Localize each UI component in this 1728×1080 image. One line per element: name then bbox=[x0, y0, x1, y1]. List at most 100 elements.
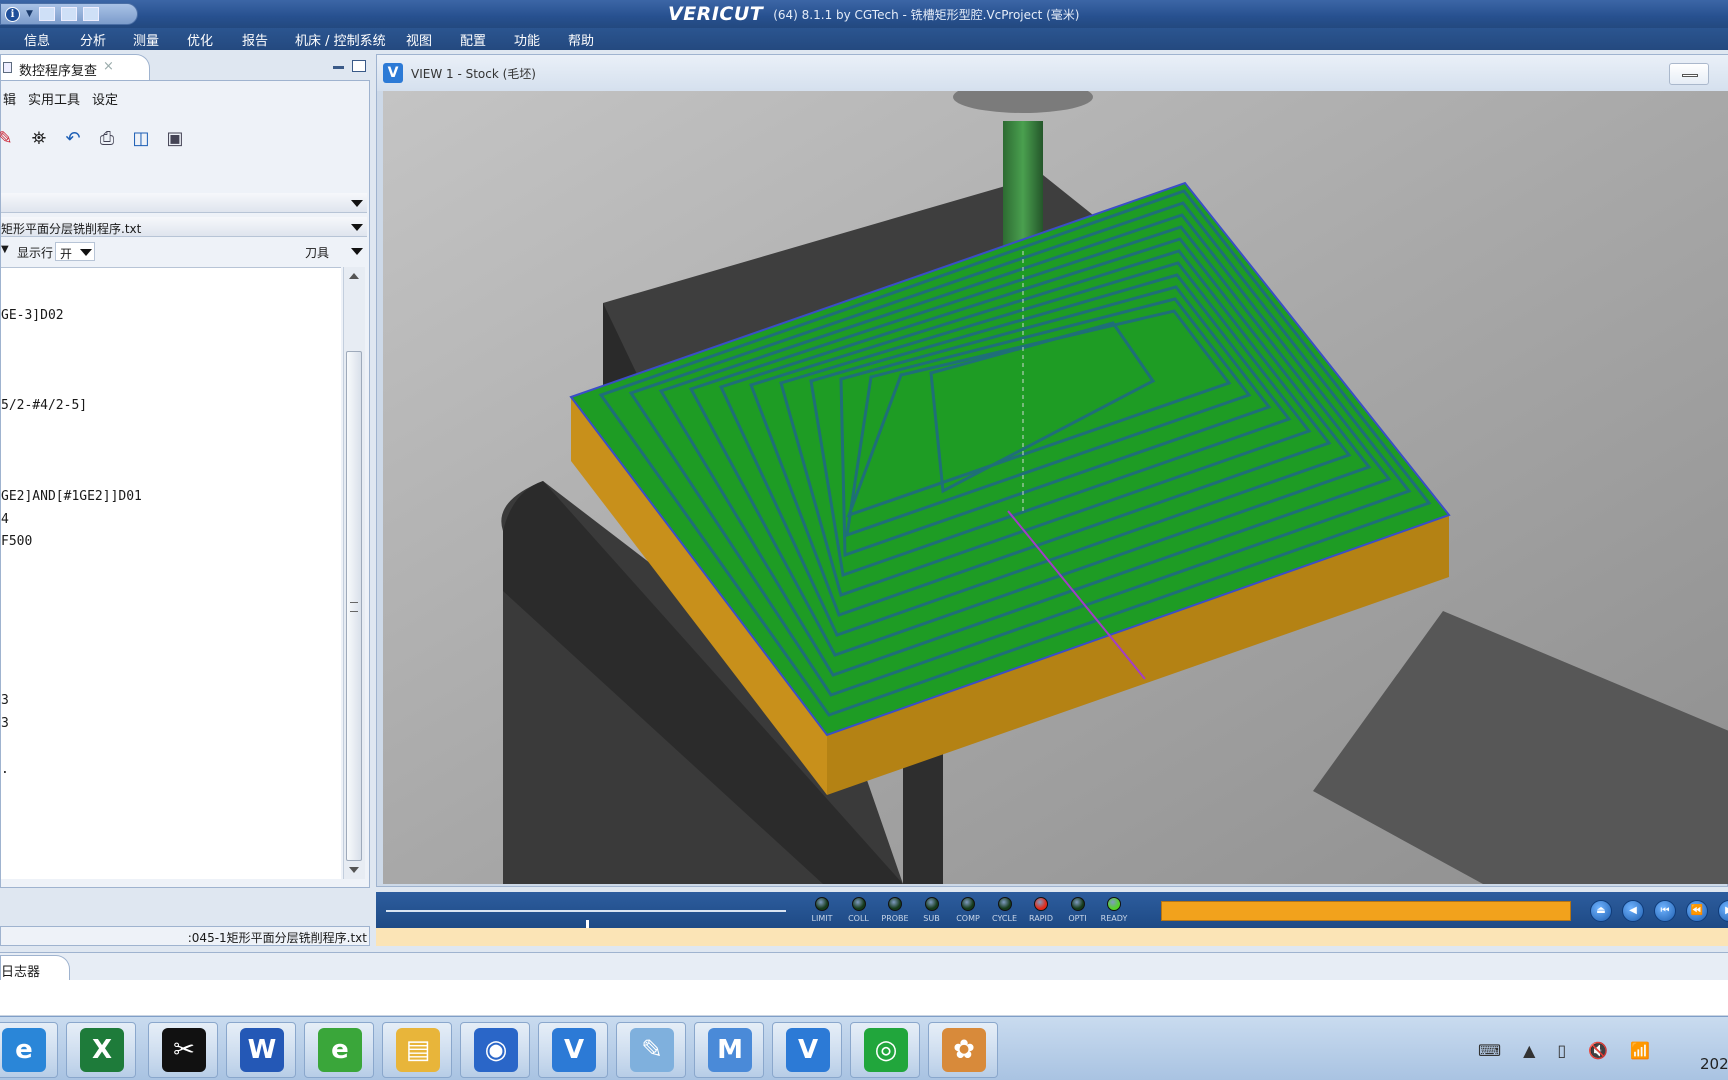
window-layout-1-icon[interactable] bbox=[38, 7, 55, 21]
menu-edit[interactable]: 辑 bbox=[1, 89, 18, 109]
code-line: GE-3]D02 bbox=[1, 308, 64, 323]
taskbar-app-browser[interactable]: e bbox=[304, 1022, 374, 1078]
print-icon[interactable]: ⎙ bbox=[95, 126, 119, 150]
vericut-logo-icon: V bbox=[383, 63, 403, 83]
led-light-icon bbox=[851, 897, 866, 911]
panel-body: 辑 实用工具 设定 ✎ ⛯ ↶ ⎙ ◫ ▣ 矩形平面分层铣削程序.txt ▼ 显… bbox=[0, 80, 370, 888]
taskbar-app-paint[interactable]: ✿ bbox=[928, 1022, 998, 1078]
tab-logger[interactable]: 日志器 bbox=[0, 955, 70, 981]
file-selector-dropdown[interactable]: 矩形平面分层铣削程序.txt bbox=[1, 217, 367, 237]
taskbar-app-capcut[interactable]: ✂ bbox=[148, 1022, 218, 1078]
binoculars-icon[interactable]: ⛯ bbox=[27, 126, 51, 150]
title-detail: (64) 8.1.1 by CGTech - 铣槽矩形型腔.VcProject … bbox=[773, 7, 1080, 22]
close-icon[interactable]: × bbox=[103, 59, 114, 74]
nc-code-listing[interactable]: GE-3]D02 5/2-#4/2-5] GE2]AND[#1GE2]]D01 … bbox=[1, 267, 341, 879]
tab-nc-program-review[interactable]: 数控程序复查 × bbox=[0, 54, 150, 80]
taskbar-app-word[interactable]: W bbox=[226, 1022, 296, 1078]
menu-utilities[interactable]: 实用工具 bbox=[26, 89, 82, 109]
menu-analysis[interactable]: 分析 bbox=[80, 30, 106, 49]
keyboard-icon[interactable]: ⌨ bbox=[1478, 1041, 1501, 1060]
minimize-icon[interactable] bbox=[333, 66, 344, 69]
led-label: LIMIT bbox=[811, 914, 833, 923]
rewind-start-icon: ⏮ bbox=[1660, 905, 1670, 916]
taskbar: e X ✂ We ▤ ◉ V ✎ M V ◎ ✿ ⌨ ▲ ▯ 🔇 📶 202 bbox=[0, 1016, 1728, 1080]
vericut-icon: V bbox=[552, 1028, 596, 1072]
menu-measure[interactable]: 测量 bbox=[133, 30, 159, 49]
view-window: V VIEW 1 - Stock (毛坯) bbox=[376, 54, 1728, 887]
taskbar-app-folder[interactable]: ▤ bbox=[382, 1022, 452, 1078]
menu-report[interactable]: 报告 bbox=[242, 30, 268, 49]
code-scrollbar[interactable] bbox=[343, 267, 365, 879]
taskbar-app-wechat[interactable]: ◎ bbox=[850, 1022, 920, 1078]
more-button[interactable]: ▶ bbox=[1718, 900, 1728, 922]
taskbar-app-vericut-2[interactable]: V bbox=[772, 1022, 842, 1078]
taskbar-app-search-tool[interactable]: M bbox=[694, 1022, 764, 1078]
file-path: :045-1矩形平面分层铣削程序.txt bbox=[187, 931, 367, 945]
show-hidden-icon[interactable]: ▲ bbox=[1523, 1041, 1535, 1060]
tab-label: 日志器 bbox=[1, 965, 41, 980]
code-line: 3 bbox=[1, 716, 9, 731]
scroll-thumb[interactable] bbox=[346, 351, 362, 861]
window-layout-3-icon[interactable] bbox=[82, 7, 99, 21]
nc-program-review-panel: 数控程序复查 × 辑 实用工具 设定 ✎ ⛯ ↶ ⎙ ◫ ▣ 矩形平面分层铣削程… bbox=[0, 50, 372, 950]
wechat-icon: ◎ bbox=[864, 1028, 908, 1072]
step-back-button[interactable]: ◀ bbox=[1622, 900, 1644, 922]
fast-back-button[interactable]: ⏪ bbox=[1686, 900, 1708, 922]
menu-config[interactable]: 配置 bbox=[460, 30, 486, 49]
vise-post bbox=[903, 751, 943, 884]
rewind-start-button[interactable]: ⏮ bbox=[1654, 900, 1676, 922]
led-label: CYCLE bbox=[992, 914, 1017, 923]
chevron-down-icon[interactable]: ▼ bbox=[26, 9, 33, 19]
window-icon[interactable]: ▣ bbox=[163, 126, 187, 150]
network-icon[interactable]: 📶 bbox=[1630, 1041, 1650, 1060]
menu-optimize[interactable]: 优化 bbox=[187, 30, 213, 49]
code-line: GE2]AND[#1GE2]]D01 bbox=[1, 489, 142, 504]
taskbar-app-vericut[interactable]: V bbox=[538, 1022, 608, 1078]
menu-functions[interactable]: 功能 bbox=[514, 30, 540, 49]
taskbar-app-globe[interactable]: ◉ bbox=[460, 1022, 530, 1078]
folder-icon: ▤ bbox=[396, 1028, 440, 1072]
eject-button[interactable]: ⏏ bbox=[1590, 900, 1612, 922]
menu-info[interactable]: 信息 bbox=[24, 30, 50, 49]
led-label: OPTI bbox=[1068, 914, 1087, 923]
undo-icon[interactable]: ↶ bbox=[61, 126, 85, 150]
program-selector-dropdown[interactable] bbox=[1, 193, 367, 213]
edit-icon[interactable]: ✎ bbox=[0, 126, 17, 150]
led-rapid: RAPID bbox=[1023, 897, 1059, 927]
battery-icon[interactable]: ▯ bbox=[1557, 1041, 1566, 1060]
clock[interactable]: 202 bbox=[1700, 1055, 1728, 1073]
menu-settings[interactable]: 设定 bbox=[90, 89, 120, 109]
chevron-down-icon bbox=[351, 200, 363, 207]
panel-status-bar: :045-1矩形平面分层铣削程序.txt bbox=[0, 926, 370, 946]
file-name: 矩形平面分层铣削程序.txt bbox=[1, 222, 142, 236]
tool-select[interactable] bbox=[331, 242, 367, 261]
browser-icon: e bbox=[318, 1028, 362, 1072]
3d-viewport[interactable] bbox=[383, 81, 1728, 884]
menu-machine-control[interactable]: 机床 / 控制系统 bbox=[295, 30, 386, 49]
chevron-down-icon bbox=[351, 248, 363, 255]
document-icon bbox=[3, 62, 12, 73]
taskbar-app-notepad[interactable]: ✎ bbox=[616, 1022, 686, 1078]
chevron-down-icon[interactable]: ▼ bbox=[1, 244, 9, 255]
led-light-icon bbox=[1107, 897, 1121, 911]
code-line: 3 bbox=[1, 693, 9, 708]
menu-view[interactable]: 视图 bbox=[406, 30, 432, 49]
speed-slider[interactable] bbox=[386, 910, 786, 936]
show-lines-select[interactable]: 开 bbox=[55, 242, 95, 261]
menu-help[interactable]: 帮助 bbox=[568, 30, 594, 49]
scroll-down-icon[interactable] bbox=[349, 867, 359, 873]
restore-icon[interactable] bbox=[352, 60, 366, 72]
taskbar-app-excel[interactable]: X bbox=[66, 1022, 136, 1078]
simulation-progress-bar bbox=[1161, 901, 1571, 921]
scroll-up-icon[interactable] bbox=[349, 273, 359, 279]
volume-muted-icon[interactable]: 🔇 bbox=[1588, 1041, 1608, 1060]
led-label: RAPID bbox=[1028, 914, 1054, 923]
info-icon[interactable]: i bbox=[5, 6, 20, 22]
view-minimize-button[interactable] bbox=[1669, 63, 1709, 85]
simulation-control-bar: LIMIT COLL PROBE SUB COMP CYCLE RAPID OPTI READY… bbox=[376, 892, 1728, 936]
led-sub: SUB bbox=[914, 897, 950, 927]
panel-menu-bar: 辑 实用工具 设定 bbox=[1, 89, 120, 109]
split-view-icon[interactable]: ◫ bbox=[129, 126, 153, 150]
taskbar-app-ie[interactable]: e bbox=[0, 1022, 58, 1078]
window-layout-2-icon[interactable] bbox=[60, 7, 77, 21]
